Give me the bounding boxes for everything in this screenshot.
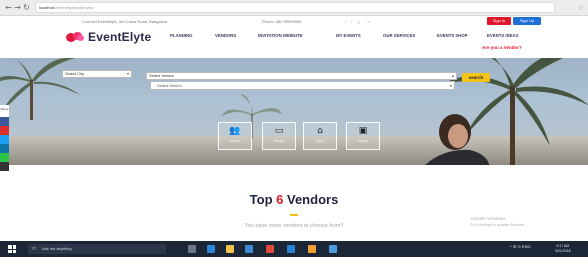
back-icon[interactable]: ←	[4, 3, 13, 12]
vscode-icon[interactable]	[329, 245, 337, 253]
contact-address: Connect Eventelyte, 3rd Cross Road, Bang…	[82, 19, 168, 24]
city-select[interactable]: Select City ▾	[62, 70, 132, 78]
nav-events-ideas[interactable]: EVENTS IDEAS	[487, 33, 519, 38]
contact-phone: Phone: 080 99999999	[262, 19, 302, 24]
activate-windows-watermark: Activate Windows Go to Settings to activ…	[470, 216, 525, 228]
app-icon[interactable]	[287, 245, 295, 253]
title-prefix: Top	[249, 192, 277, 207]
search-button[interactable]: search	[462, 73, 490, 82]
file-explorer-icon[interactable]	[226, 245, 234, 253]
feature-label: Website	[273, 139, 285, 143]
person-photo-icon	[425, 114, 490, 165]
palm-tree-left-icon	[0, 58, 80, 120]
feature-label: Shop	[316, 139, 324, 143]
vendor-select[interactable]: Select Vendor ▴	[146, 72, 457, 80]
feature-label: Vendors	[229, 139, 241, 143]
twitter-share-icon[interactable]	[0, 135, 9, 144]
nav-invitation-website[interactable]: INVITATION WEBSITE	[258, 33, 302, 38]
vendor-option[interactable]: Select Vendor	[157, 83, 182, 88]
planner-icon: ▣	[358, 126, 368, 136]
nav-our-services[interactable]: OUR SERVICES	[383, 33, 415, 38]
logo-mark-icon	[64, 30, 86, 44]
logo-text: EventElyte	[88, 30, 152, 44]
feature-vendors[interactable]: 👥 Vendors	[218, 122, 252, 150]
watermark-line2: Go to Settings to activate Windows.	[470, 223, 526, 227]
reload-icon[interactable]: ↻	[22, 3, 31, 12]
whatsapp-share-icon[interactable]	[0, 153, 9, 162]
social-icons[interactable]: f t g in	[345, 19, 372, 24]
clock-date: 3/21/2018	[555, 249, 571, 253]
feature-label: Planner	[357, 139, 369, 143]
mic-icon[interactable]	[188, 245, 196, 253]
nav-planning[interactable]: PLANNING	[170, 33, 192, 38]
feature-planner[interactable]: ▣ Planner	[346, 122, 380, 150]
taskbar-search[interactable]: ○ Ask me anything	[28, 244, 166, 254]
facebook-share-icon[interactable]	[0, 117, 9, 126]
sign-up-button[interactable]: Sign Up	[513, 17, 541, 25]
system-tray[interactable]: ^ ✉ ⊙ ENG	[510, 244, 531, 249]
google-share-icon[interactable]	[0, 126, 9, 135]
windows-taskbar: ○ Ask me anything ^ ✉ ⊙ ENG 9:17 AM 3/21…	[0, 241, 588, 257]
windows-start-icon[interactable]	[8, 245, 16, 253]
title-suffix: Vendors	[283, 192, 339, 207]
browser-toolbar: ← → ↻ localhost /eventelyte/index.php ☆	[0, 0, 588, 16]
bookmark-star-icon[interactable]: ☆	[578, 4, 584, 12]
taskbar-clock[interactable]: 9:17 AM 3/21/2018	[555, 244, 571, 254]
page: ← → ↻ localhost /eventelyte/index.php ☆ …	[0, 0, 588, 257]
vendor-question-link[interactable]: Are you a Vendor?	[482, 45, 522, 50]
city-select-value: Select City	[65, 71, 85, 76]
chevron-down-icon: ▾	[449, 83, 452, 88]
nav-events-shop[interactable]: EVENTS SHOP	[437, 33, 468, 38]
chevron-down-icon: ▾	[126, 71, 129, 76]
hero-banner: Select City ▾ Select Vendor ▴ Select Ven…	[0, 58, 588, 165]
linkedin-share-icon[interactable]	[0, 144, 9, 153]
email-share-icon[interactable]	[0, 162, 9, 171]
edge-browser-icon[interactable]	[207, 245, 215, 253]
address-path: /eventelyte/index.php	[55, 5, 94, 10]
vendor-select-dropdown[interactable]: Select Vendor ▾	[150, 81, 455, 90]
share-strip: Share	[0, 105, 9, 171]
title-underline	[290, 214, 298, 216]
shop-icon: ⌂	[317, 126, 323, 136]
sign-in-button[interactable]: Sign In	[487, 17, 511, 25]
forward-icon[interactable]: →	[13, 3, 22, 12]
feature-shop[interactable]: ⌂ Shop	[303, 122, 337, 150]
address-bar[interactable]: localhost /eventelyte/index.php	[35, 2, 555, 13]
address-host: localhost	[39, 5, 55, 10]
chevron-down-icon: ▴	[451, 73, 454, 78]
share-label: Share	[0, 105, 9, 117]
website-icon: ▭	[274, 126, 284, 136]
taskbar-search-placeholder: Ask me anything	[42, 246, 72, 251]
folder-icon[interactable]	[308, 245, 316, 253]
feature-website[interactable]: ▭ Website	[262, 122, 296, 150]
nav-vendors[interactable]: VENDORS	[215, 33, 236, 38]
cortana-icon: ○	[32, 246, 36, 252]
vendor-select-value: Select Vendor	[149, 73, 174, 78]
top-vendors-title: Top 6 Vendors	[0, 192, 588, 207]
chrome-icon[interactable]	[266, 245, 274, 253]
nav-my-events[interactable]: MY EVENTS	[336, 33, 361, 38]
store-icon[interactable]	[245, 245, 253, 253]
vendors-icon: 👥	[229, 126, 241, 136]
site-logo[interactable]: EventElyte	[64, 27, 151, 47]
